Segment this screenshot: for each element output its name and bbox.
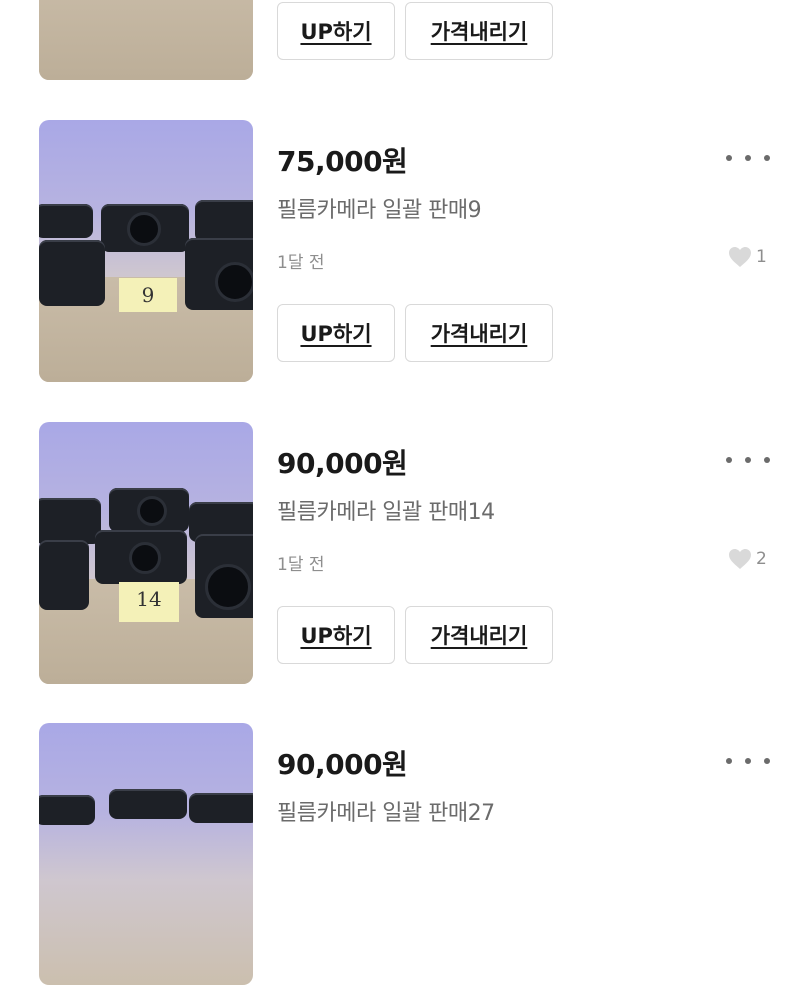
more-dots-icon[interactable]	[726, 753, 770, 769]
thumbnail-note: 14	[119, 582, 179, 622]
thumbnail-table	[39, 0, 253, 80]
like-count[interactable]: 2	[728, 546, 767, 572]
like-number: 2	[756, 549, 767, 569]
camera-lens	[215, 262, 253, 302]
product-time: 1달 전	[277, 555, 325, 575]
up-button[interactable]: UP하기	[277, 606, 395, 664]
heart-icon	[729, 549, 751, 569]
thumbnail-note: 9	[119, 278, 177, 312]
product-thumbnail[interactable]: 14	[39, 422, 253, 684]
price-down-button[interactable]: 가격내리기	[405, 2, 553, 60]
product-item[interactable]: 14 90,000원 필름카메라 일괄 판매14 1달 전 2 UP하기 가격내…	[0, 422, 806, 684]
product-item[interactable]: 9 75,000원 필름카메라 일괄 판매9 1달 전 1 UP하기 가격내리기	[0, 120, 806, 382]
camera-image	[185, 238, 253, 310]
price-down-button[interactable]: 가격내리기	[405, 606, 553, 664]
product-price: 90,000원	[277, 447, 408, 480]
camera-image	[39, 204, 93, 238]
product-thumbnail[interactable]: 9	[39, 120, 253, 382]
camera-image	[101, 204, 189, 252]
camera-lens	[129, 542, 161, 574]
camera-image	[39, 795, 95, 825]
camera-image	[109, 488, 189, 532]
product-thumbnail[interactable]	[39, 0, 253, 80]
price-down-button[interactable]: 가격내리기	[405, 304, 553, 362]
camera-lens	[127, 212, 161, 246]
camera-lens	[205, 564, 251, 610]
camera-image	[39, 540, 89, 610]
up-button[interactable]: UP하기	[277, 304, 395, 362]
product-title[interactable]: 필름카메라 일괄 판매9	[277, 192, 482, 224]
camera-image	[189, 793, 253, 823]
camera-image	[109, 789, 187, 819]
camera-image	[39, 240, 105, 306]
product-price: 75,000원	[277, 145, 408, 178]
product-time: 1달 전	[277, 253, 325, 273]
product-title[interactable]: 필름카메라 일괄 판매27	[277, 795, 495, 827]
like-count[interactable]: 1	[728, 244, 767, 270]
camera-lens	[137, 496, 167, 526]
camera-image	[195, 200, 253, 242]
camera-image	[95, 530, 187, 584]
camera-image	[39, 498, 101, 544]
product-thumbnail[interactable]	[39, 723, 253, 985]
product-item[interactable]: 90,000원 필름카메라 일괄 판매27	[0, 723, 806, 985]
camera-image	[195, 534, 253, 618]
like-number: 1	[756, 247, 767, 267]
more-dots-icon[interactable]	[726, 452, 770, 468]
more-dots-icon[interactable]	[726, 150, 770, 166]
product-price: 90,000원	[277, 748, 408, 781]
product-item[interactable]: UP하기 가격내리기	[0, 0, 806, 80]
heart-icon	[729, 247, 751, 267]
up-button[interactable]: UP하기	[277, 2, 395, 60]
product-title[interactable]: 필름카메라 일괄 판매14	[277, 494, 495, 526]
